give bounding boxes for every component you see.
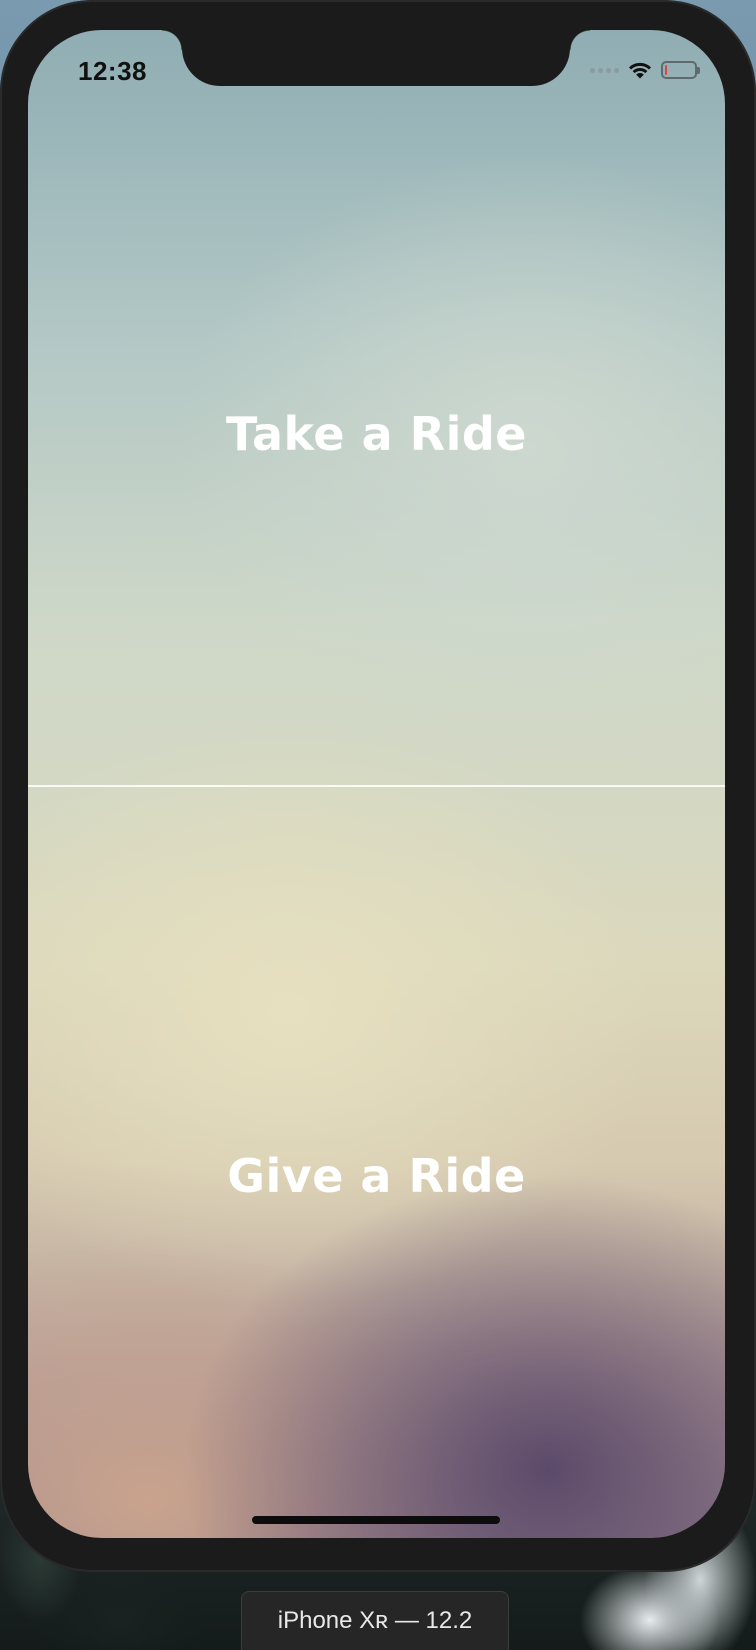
status-time: 12:38	[78, 56, 147, 86]
app-screen: 12:38 Take a Ride Give a Ride	[28, 30, 725, 1538]
simulator-device-label: iPhone Xʀ — 12.2	[241, 1591, 509, 1650]
home-indicator[interactable]	[252, 1516, 500, 1524]
give-a-ride-option[interactable]: Give a Ride	[28, 786, 725, 1538]
device-notch	[162, 30, 590, 86]
give-a-ride-label: Give a Ride	[227, 1149, 526, 1203]
status-icons	[590, 60, 700, 80]
take-a-ride-option[interactable]: Take a Ride	[28, 30, 725, 785]
wifi-icon	[629, 62, 651, 79]
take-a-ride-label: Take a Ride	[226, 406, 527, 461]
battery-icon	[661, 61, 700, 79]
iphone-frame: 12:38 Take a Ride Give a Ride	[0, 0, 756, 1572]
battery-level-fill	[665, 65, 667, 75]
signal-dots-icon	[590, 67, 619, 73]
